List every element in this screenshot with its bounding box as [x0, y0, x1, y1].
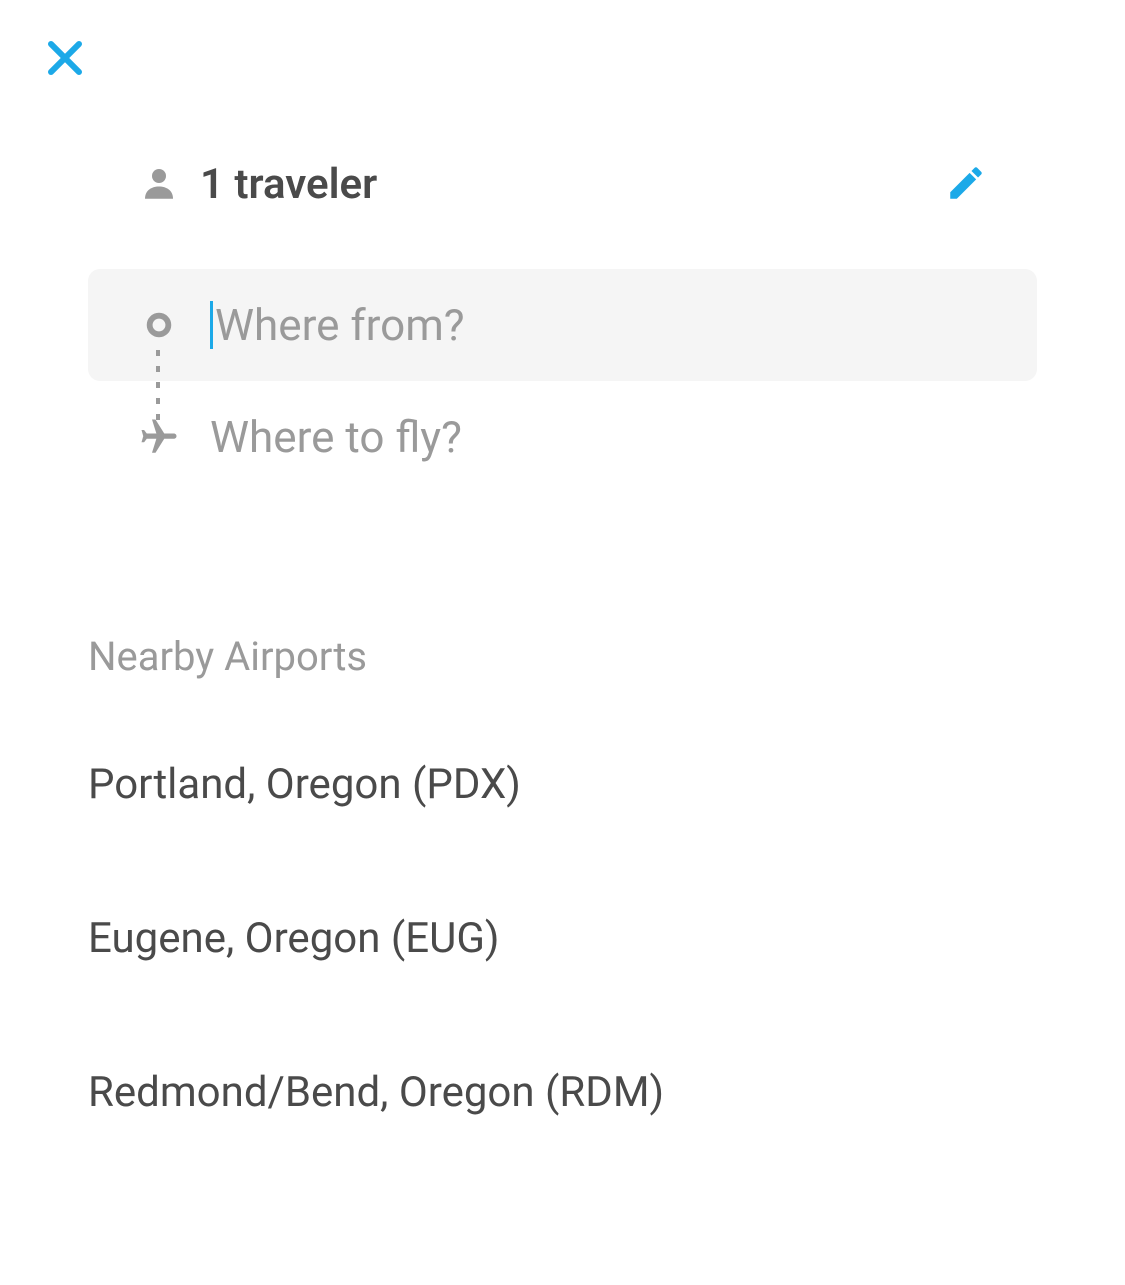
text-cursor — [210, 301, 213, 349]
airport-item[interactable]: Redmond/Bend, Oregon (RDM) — [88, 1068, 1037, 1117]
traveler-count-label: 1 traveler — [200, 160, 377, 209]
to-input-row[interactable] — [88, 381, 1037, 493]
origin-circle-icon — [138, 311, 180, 339]
traveler-row: 1 traveler — [88, 160, 1037, 209]
to-input[interactable] — [210, 411, 987, 463]
pencil-icon — [945, 162, 987, 208]
from-input[interactable] — [215, 299, 987, 351]
close-icon — [41, 34, 89, 86]
close-button[interactable] — [35, 30, 95, 90]
airport-item[interactable]: Portland, Oregon (PDX) — [88, 760, 1037, 809]
airplane-icon — [138, 415, 180, 459]
from-input-row[interactable] — [88, 269, 1037, 381]
edit-travelers-button[interactable] — [945, 162, 987, 208]
nearby-airports-header: Nearby Airports — [88, 633, 1037, 680]
person-icon — [138, 162, 180, 208]
airport-item[interactable]: Eugene, Oregon (EUG) — [88, 914, 1037, 963]
